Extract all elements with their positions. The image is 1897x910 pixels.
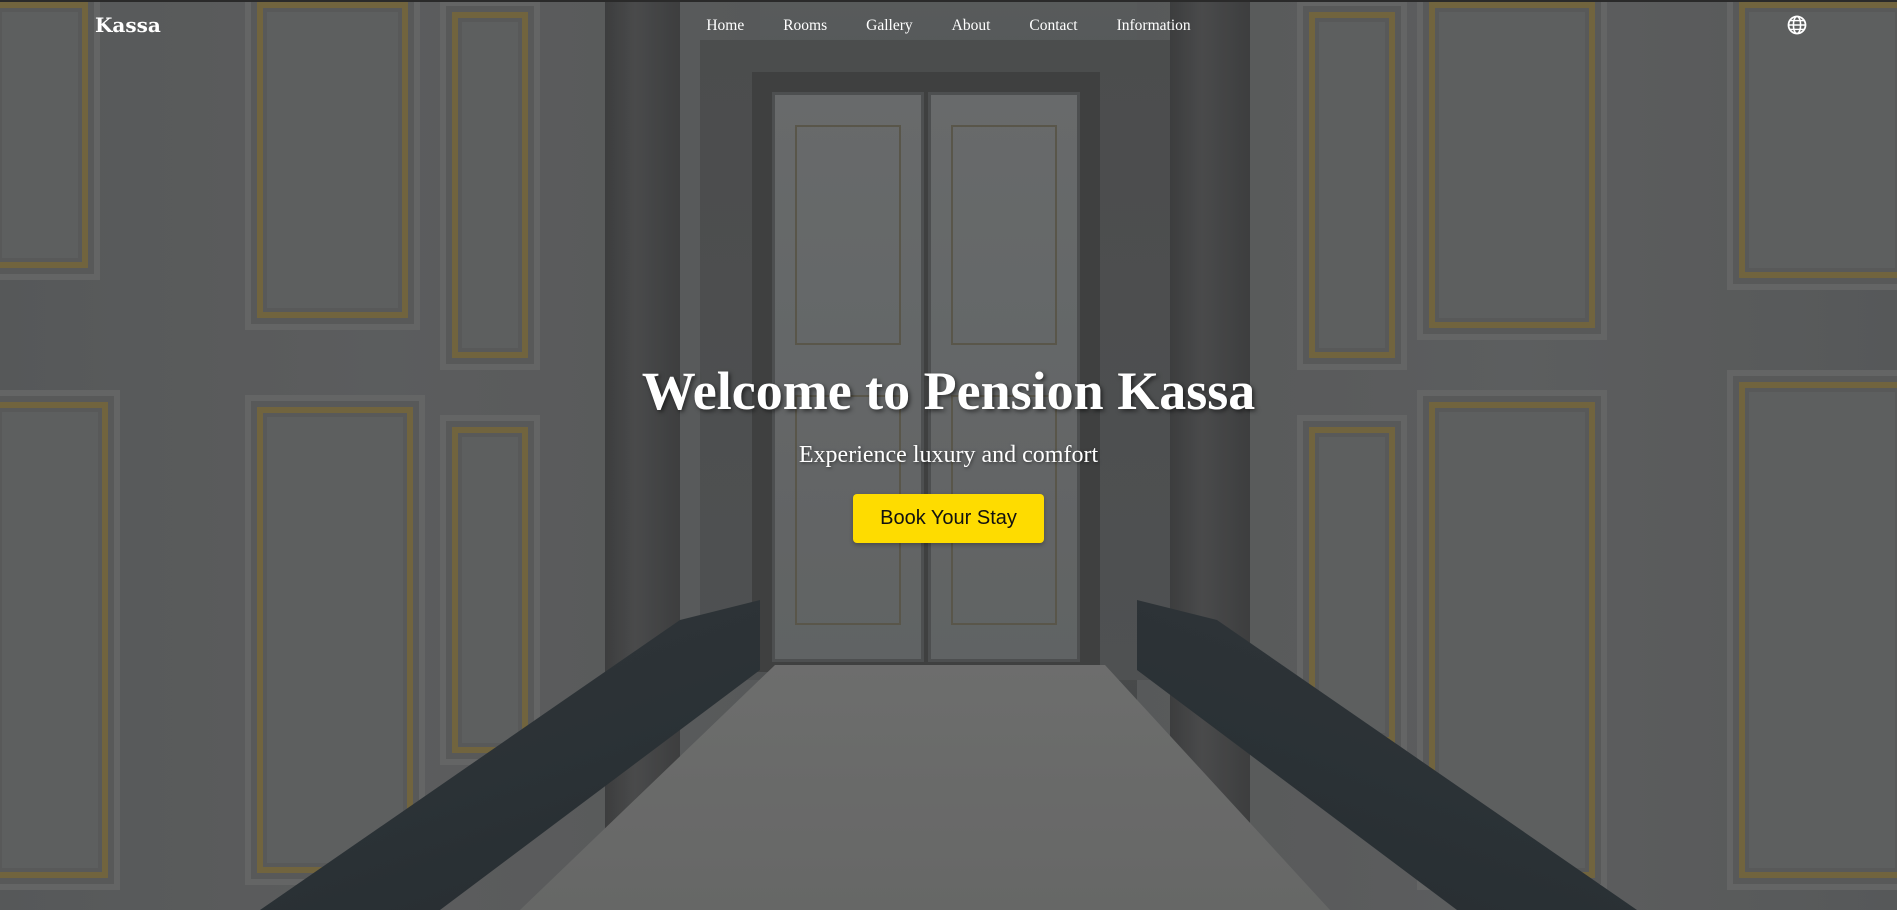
hero-title: Welcome to Pension Kassa <box>641 361 1256 421</box>
nav-item-gallery: Gallery <box>847 17 932 35</box>
navbar: Kassa Home Rooms Gallery About Contact I… <box>0 0 1897 54</box>
nav-item-contact: Contact <box>1010 17 1097 35</box>
nav-item-rooms: Rooms <box>764 17 847 35</box>
nav-link-about[interactable]: About <box>932 17 1010 35</box>
nav-links: Home Rooms Gallery About Contact Informa… <box>0 17 1897 35</box>
hero-section: Kassa Home Rooms Gallery About Contact I… <box>0 0 1897 910</box>
hero-content: Welcome to Pension Kassa Experience luxu… <box>0 360 1897 543</box>
nav-link-contact[interactable]: Contact <box>1010 17 1097 35</box>
nav-link-home[interactable]: Home <box>687 17 764 35</box>
language-button[interactable] <box>1787 15 1807 35</box>
globe-icon <box>1787 15 1807 35</box>
nav-link-gallery[interactable]: Gallery <box>847 17 932 35</box>
nav-link-information[interactable]: Information <box>1097 17 1210 35</box>
nav-link-rooms[interactable]: Rooms <box>764 17 847 35</box>
hero-subtitle: Experience luxury and comfort <box>798 442 1099 468</box>
nav-item-about: About <box>932 17 1010 35</box>
book-your-stay-button[interactable]: Book Your Stay <box>853 494 1044 543</box>
nav-item-home: Home <box>687 17 764 35</box>
nav-item-information: Information <box>1097 17 1210 35</box>
